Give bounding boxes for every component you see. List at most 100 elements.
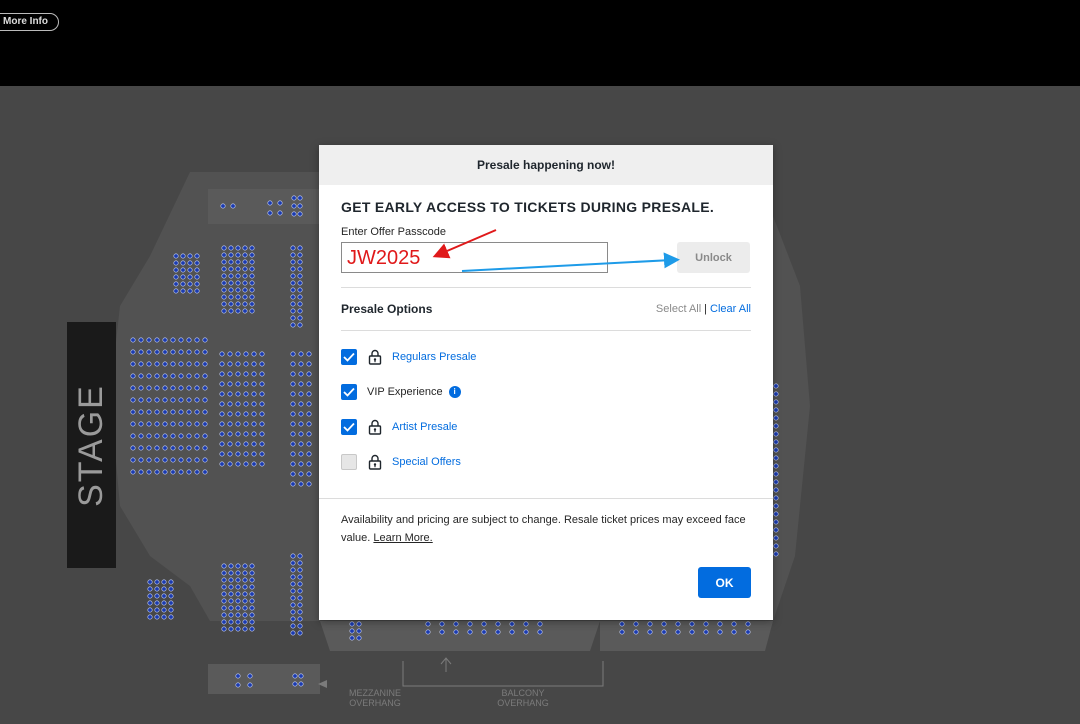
seat (297, 211, 303, 217)
mezzanine-overhang-label: MEZZANINE OVERHANG (348, 688, 401, 708)
option-regulars-presale[interactable]: Regulars Presale (341, 348, 751, 365)
seat (267, 200, 273, 206)
seat (235, 308, 241, 314)
seat (194, 337, 200, 343)
seat (186, 445, 192, 451)
seat (161, 614, 167, 620)
seat (154, 433, 160, 439)
option-label[interactable]: Special Offers (392, 456, 461, 468)
seat (731, 629, 737, 635)
seat (243, 381, 249, 387)
seat (180, 281, 186, 287)
seat (194, 409, 200, 415)
floor-section (110, 172, 320, 621)
seat (290, 609, 296, 615)
info-icon[interactable]: i (448, 385, 461, 398)
more-info-button[interactable]: More Info (0, 13, 59, 31)
seat (194, 260, 200, 266)
seat (147, 579, 153, 585)
seat (194, 469, 200, 475)
seat (251, 391, 257, 397)
seat (251, 401, 257, 407)
seat (235, 682, 241, 688)
seat (235, 361, 241, 367)
seat (647, 629, 653, 635)
checkbox-unchecked[interactable] (341, 453, 357, 470)
seat (146, 457, 152, 463)
seat (187, 267, 193, 273)
seat (130, 433, 136, 439)
checkbox-checked[interactable] (341, 383, 357, 400)
seat (235, 381, 241, 387)
seat (170, 409, 176, 415)
ok-button[interactable]: OK (698, 567, 751, 598)
seat (219, 371, 225, 377)
balcony-overhang-label: BALCONY OVERHANG (497, 688, 549, 708)
overhang-bracket (402, 661, 604, 687)
seat (297, 581, 303, 587)
seat (146, 469, 152, 475)
seat (249, 287, 255, 293)
seat (221, 591, 227, 597)
seat (259, 401, 265, 407)
seat (220, 203, 226, 209)
seat (154, 421, 160, 427)
seat (290, 441, 296, 447)
checkbox-checked[interactable] (341, 418, 357, 435)
clear-all-link[interactable]: Clear All (710, 303, 751, 315)
seat (242, 612, 248, 618)
seat (290, 431, 296, 437)
option-label[interactable]: Artist Presale (392, 421, 457, 433)
modal-body: GET EARLY ACCESS TO TICKETS DURING PRESA… (319, 199, 773, 547)
seat (259, 431, 265, 437)
seat (162, 349, 168, 355)
seat (290, 301, 296, 307)
learn-more-link[interactable]: Learn More. (373, 532, 432, 544)
seat (249, 273, 255, 279)
seat (243, 451, 249, 457)
seat (227, 381, 233, 387)
seat (154, 361, 160, 367)
seat (146, 373, 152, 379)
seat (298, 401, 304, 407)
seat (227, 401, 233, 407)
bottom-boxes (208, 664, 320, 694)
seat (439, 629, 445, 635)
seat (186, 349, 192, 355)
passcode-input[interactable]: JW2025 (341, 242, 608, 273)
seat (306, 361, 312, 367)
option-vip-experience[interactable]: VIP Experience i (341, 383, 751, 400)
seat (290, 471, 296, 477)
seat (297, 259, 303, 265)
seat (297, 245, 303, 251)
option-special-offers[interactable]: Special Offers (341, 453, 751, 470)
seat (162, 469, 168, 475)
select-all-link[interactable]: Select All (656, 303, 701, 315)
seat (154, 373, 160, 379)
seat (186, 421, 192, 427)
seat (290, 481, 296, 487)
seat (297, 609, 303, 615)
checkbox-checked[interactable] (341, 348, 357, 365)
unlock-button[interactable]: Unlock (677, 242, 750, 273)
option-artist-presale[interactable]: Artist Presale (341, 418, 751, 435)
seat (242, 294, 248, 300)
seat (773, 383, 779, 389)
seat (161, 600, 167, 606)
seat (228, 619, 234, 625)
seat (298, 391, 304, 397)
seat (235, 252, 241, 258)
seat (290, 411, 296, 417)
seat (146, 337, 152, 343)
seat (297, 203, 303, 209)
seat (349, 635, 355, 641)
seat (162, 361, 168, 367)
seat (509, 621, 515, 627)
seat (306, 351, 312, 357)
seat (202, 385, 208, 391)
seat (227, 441, 233, 447)
seat (194, 267, 200, 273)
option-label[interactable]: Regulars Presale (392, 351, 476, 363)
seat (297, 630, 303, 636)
seat (162, 385, 168, 391)
